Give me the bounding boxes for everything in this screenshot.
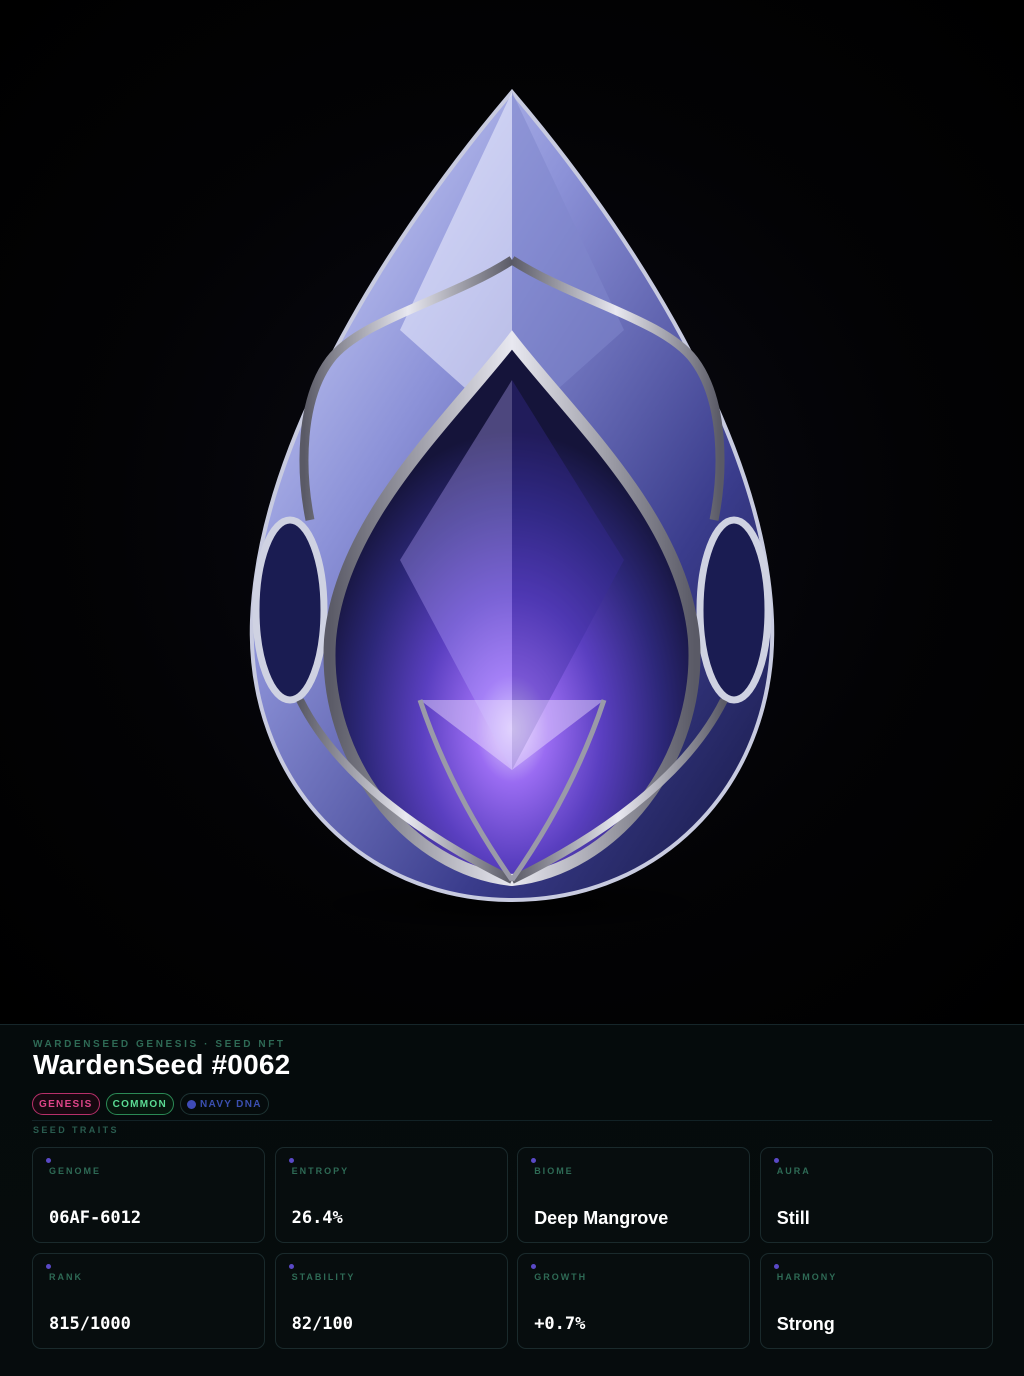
trait-value: Deep Mangrove xyxy=(534,1208,669,1228)
trait-dot-icon xyxy=(288,1158,294,1163)
trait-value: Strong xyxy=(776,1314,835,1334)
rarity-badge: COMMON xyxy=(105,1093,175,1115)
trait-value: Still xyxy=(776,1208,810,1228)
divider xyxy=(32,1120,992,1121)
trait-card-genome: GENOME 06AF-6012 xyxy=(32,1147,265,1243)
traits-section-label: SEED TRAITS xyxy=(33,1125,119,1135)
trait-label: HARMONY xyxy=(776,1272,838,1282)
trait-card-rank: RANK 815/1000 xyxy=(32,1253,265,1349)
trait-value: +0.7% xyxy=(534,1314,586,1334)
trait-label: GENOME xyxy=(49,1166,102,1176)
trait-label: STABILITY xyxy=(291,1272,356,1282)
trait-value: 815/1000 xyxy=(49,1314,131,1334)
trait-value: 26.4% xyxy=(291,1208,343,1228)
trait-card-harmony: HARMONY Strong xyxy=(759,1253,993,1349)
trait-dot-icon xyxy=(531,1158,537,1163)
badge-row: GENESIS COMMON NAVY DNA xyxy=(32,1093,269,1115)
trait-value: 06AF-6012 xyxy=(49,1208,142,1228)
dna-badge-label: NAVY DNA xyxy=(200,1098,262,1110)
traits-grid: GENOME 06AF-6012 ENTROPY 26.4% BIOME Dee… xyxy=(32,1147,993,1349)
gem-seed-icon xyxy=(249,88,775,933)
trait-card-growth: GROWTH +0.7% xyxy=(517,1253,751,1349)
trait-dot-icon xyxy=(46,1264,51,1269)
seed-artwork xyxy=(0,0,1024,1024)
trait-label: ENTROPY xyxy=(291,1166,350,1176)
trait-dot-icon xyxy=(46,1158,51,1163)
trait-value: 82/100 xyxy=(291,1314,354,1334)
trait-card-biome: BIOME Deep Mangrove xyxy=(517,1147,751,1243)
trait-dot-icon xyxy=(288,1264,294,1269)
trait-dot-icon xyxy=(773,1264,779,1269)
dna-badge: NAVY DNA xyxy=(180,1093,269,1115)
trait-label: BIOME xyxy=(534,1166,574,1176)
page-title: WardenSeed #0062 xyxy=(33,1049,291,1080)
trait-label: GROWTH xyxy=(534,1272,588,1282)
trait-card-stability: STABILITY 82/100 xyxy=(274,1253,508,1349)
genesis-badge: GENESIS xyxy=(32,1093,100,1115)
trait-label: AURA xyxy=(776,1166,811,1176)
trait-dot-icon xyxy=(531,1264,537,1269)
trait-card-aura: AURA Still xyxy=(759,1147,993,1243)
dna-color-dot-icon xyxy=(187,1099,197,1109)
trait-dot-icon xyxy=(773,1158,779,1163)
details-panel: WARDENSEED GENESIS · SEED NFT WardenSeed… xyxy=(0,1024,1024,1376)
trait-card-entropy: ENTROPY 26.4% xyxy=(274,1147,508,1243)
trait-label: RANK xyxy=(49,1272,83,1282)
